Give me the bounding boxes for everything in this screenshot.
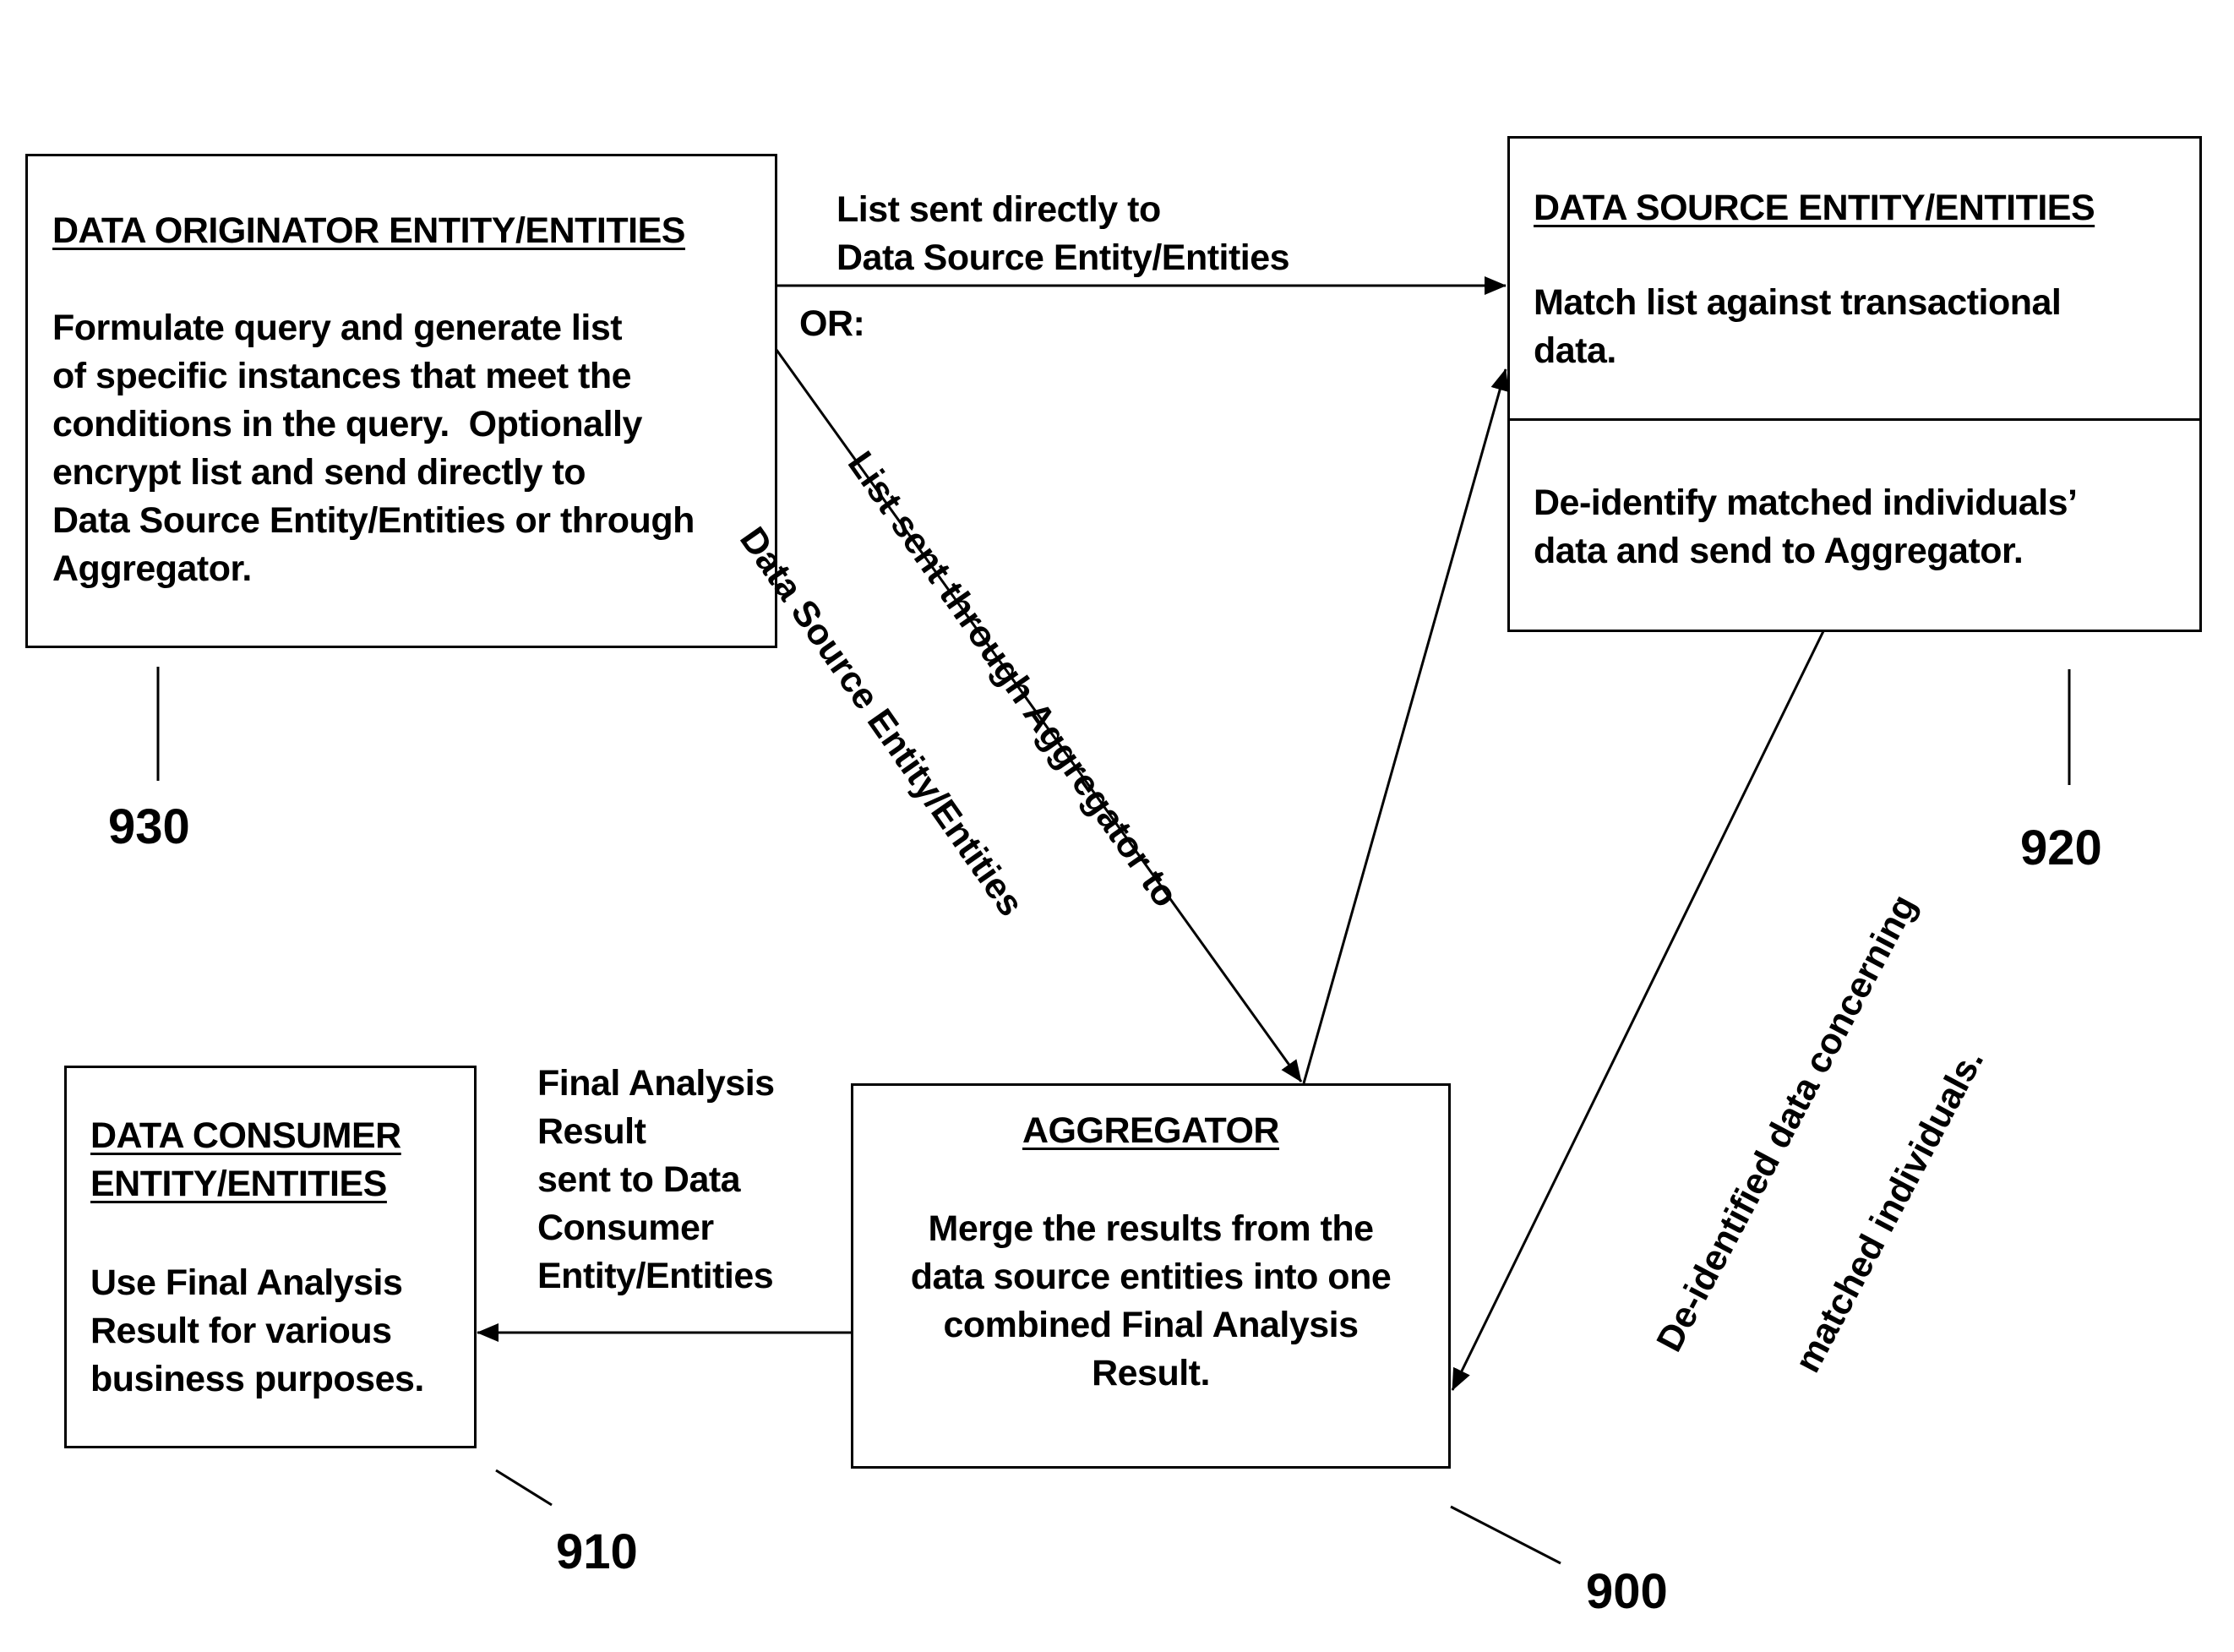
label-line: List sent directly to — [836, 189, 1161, 230]
data-originator-body: Formulate query and generate list of spe… — [52, 304, 695, 593]
body-line: of specific instances that meet the — [52, 356, 632, 396]
label-final-result: Final Analysis Result sent to Data Consu… — [537, 1060, 775, 1300]
label-line: Data Source Entity/Entities — [836, 237, 1290, 278]
data-source-divider — [1507, 418, 2202, 421]
ref-910: 910 — [556, 1524, 638, 1579]
label-line: Result — [537, 1111, 646, 1152]
data-source-match-text: Match list against transactional data. — [1534, 279, 2062, 375]
body-line: conditions in the query. Optionally — [52, 404, 642, 444]
data-consumer-title: DATA CONSUMER ENTITY/ENTITIES — [90, 1112, 401, 1208]
body-line: encrypt list and send directly to — [52, 452, 586, 493]
label-line: Final Analysis — [537, 1063, 775, 1104]
body-line: Merge the results from the — [928, 1208, 1375, 1249]
body-line: Data Source Entity/Entities or through — [52, 500, 695, 541]
body-line: data. — [1534, 330, 1616, 371]
body-line: combined Final Analysis — [943, 1305, 1359, 1345]
ref-930: 930 — [108, 799, 190, 854]
label-or: OR: — [799, 303, 865, 344]
body-line: Aggregator. — [52, 548, 252, 589]
body-line: Use Final Analysis — [90, 1262, 403, 1303]
data-source-title: DATA SOURCE ENTITY/ENTITIES — [1534, 188, 2095, 228]
leader-910 — [495, 1469, 553, 1507]
data-consumer-body: Use Final Analysis Result for various bu… — [90, 1259, 424, 1404]
ref-900: 900 — [1586, 1564, 1668, 1619]
ref-920: 920 — [2020, 821, 2102, 875]
label-direct: List sent directly to Data Source Entity… — [836, 186, 1290, 282]
data-originator-title: DATA ORIGINATOR ENTITY/ENTITIES — [52, 210, 685, 251]
body-line: data source entities into one — [910, 1257, 1392, 1297]
aggregator-body: Merge the results from the data source e… — [851, 1205, 1451, 1398]
body-line: business purposes. — [90, 1359, 424, 1399]
title-line: DATA CONSUMER — [90, 1115, 401, 1156]
body-line: Formulate query and generate list — [52, 308, 623, 348]
body-line: De-identify matched individuals’ — [1534, 483, 2078, 523]
body-line: Result for various — [90, 1311, 392, 1351]
body-line: Result. — [1092, 1353, 1210, 1393]
label-line: Entity/Entities — [537, 1256, 774, 1296]
body-line: data and send to Aggregator. — [1534, 531, 2024, 571]
title-line: ENTITY/ENTITIES — [90, 1164, 387, 1204]
label-line: Consumer — [537, 1208, 714, 1248]
arrow-aggregator-to-source — [1302, 368, 1509, 1084]
aggregator-title: AGGREGATOR — [1022, 1110, 1279, 1151]
leader-900 — [1450, 1505, 1561, 1565]
label-line: sent to Data — [537, 1159, 741, 1200]
data-source-deidentify-text: De-identify matched individuals’ data an… — [1534, 479, 2078, 575]
body-line: Match list against transactional — [1534, 282, 2062, 323]
